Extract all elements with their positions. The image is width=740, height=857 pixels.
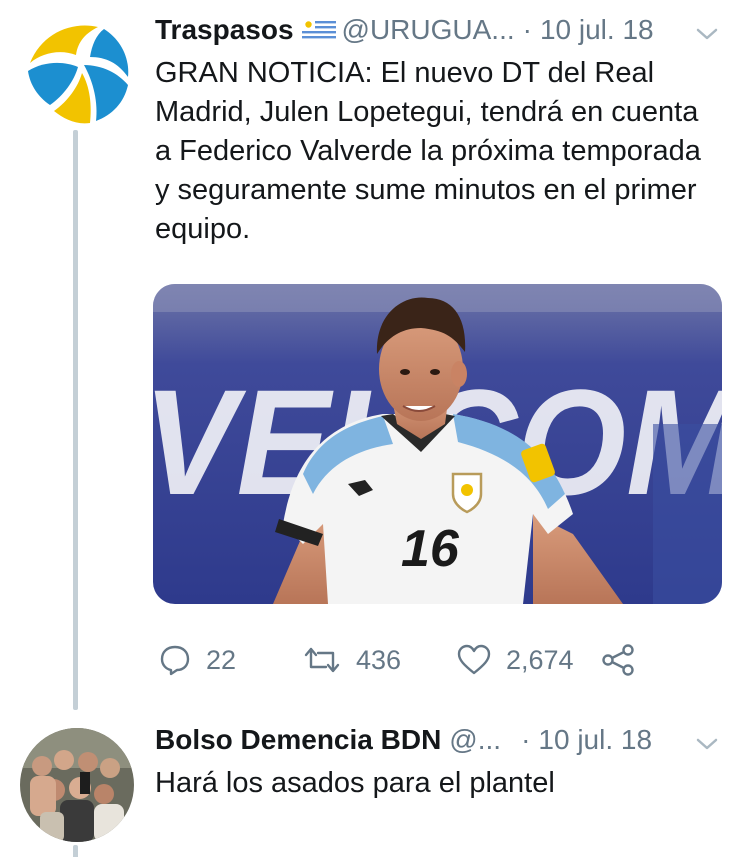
like-button[interactable]: 2,674 (456, 643, 600, 677)
reply-button[interactable]: 22 (158, 643, 302, 677)
chevron-down-icon[interactable] (694, 24, 720, 44)
player-photo: VELCOM 16 (153, 284, 722, 604)
tweet-header: Bolso Demencia BDN @... · 10 jul. 18 (155, 722, 652, 758)
separator-dot: · (521, 724, 531, 755)
reply-count: 22 (206, 644, 237, 675)
separator-dot: · (522, 14, 532, 45)
tweet-actions: 22 436 2,674 (158, 640, 650, 680)
retweet-button[interactable]: 436 (302, 643, 456, 677)
reply-icon (160, 645, 190, 676)
tweet-media-image[interactable]: VELCOM 16 (153, 284, 722, 604)
uruguay-flag-icon (301, 19, 336, 41)
thread-connector (73, 130, 78, 710)
volleyball-logo-icon (20, 15, 132, 127)
jersey-number: 16 (401, 520, 460, 578)
chevron-down-icon[interactable] (694, 734, 720, 754)
tweet-text: GRAN NOTICIA: El nuevo DT del Real Madri… (155, 57, 701, 245)
tweet-text: Hará los asados para el plantel (155, 767, 555, 799)
tweet-date[interactable]: 10 jul. 18 (540, 12, 654, 48)
author-name[interactable]: Bolso Demencia BDN (155, 722, 441, 758)
avatar-bolso-demencia[interactable] (20, 728, 134, 842)
avatar-traspasos[interactable] (20, 15, 132, 127)
share-icon (602, 644, 634, 676)
author-handle[interactable]: @URUGUA... (342, 12, 515, 48)
heart-icon (457, 644, 491, 675)
author-name[interactable]: Traspasos (155, 12, 294, 48)
author-handle[interactable]: @... (449, 722, 501, 758)
like-count: 2,674 (506, 644, 574, 675)
group-photo-avatar (20, 728, 134, 842)
share-button[interactable] (600, 643, 650, 677)
retweet-icon (304, 647, 340, 673)
thread-connector-next (73, 845, 78, 857)
tweet-date[interactable]: 10 jul. 18 (538, 722, 652, 758)
retweet-count: 436 (356, 644, 402, 675)
tweet-header: Traspasos @URUGUA... · 10 jul. 18 (155, 12, 654, 48)
